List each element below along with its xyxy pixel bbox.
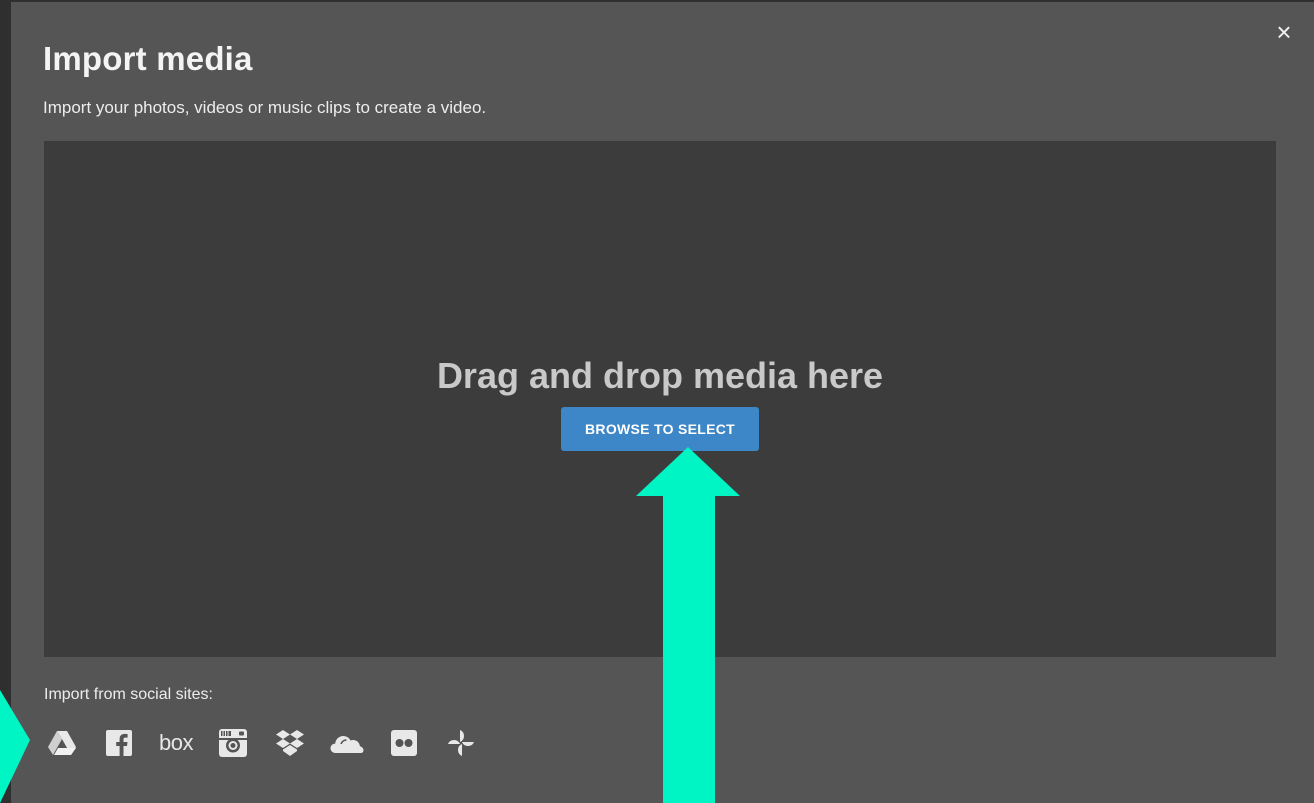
annotation-arrow-up-icon <box>636 447 740 803</box>
screen: × Import media Import your photos, video… <box>0 0 1314 803</box>
facebook-icon <box>106 730 132 756</box>
instagram-button[interactable] <box>215 726 251 760</box>
box-button[interactable]: box <box>158 726 194 760</box>
facebook-button[interactable] <box>101 726 137 760</box>
social-sites-label: Import from social sites: <box>44 686 213 703</box>
box-icon: box <box>159 730 193 755</box>
browse-to-select-button[interactable]: BROWSE TO SELECT <box>561 407 759 451</box>
close-button[interactable]: × <box>1270 16 1298 47</box>
onedrive-button[interactable] <box>329 726 365 760</box>
dropbox-icon <box>276 730 304 756</box>
social-sites-toolbar: box <box>44 726 500 760</box>
drop-zone-message: Drag and drop media here <box>436 355 884 396</box>
google-drive-icon <box>48 731 76 755</box>
onedrive-icon <box>330 736 364 753</box>
google-photos-button[interactable] <box>443 726 479 760</box>
flickr-button[interactable] <box>386 726 422 760</box>
dialog-title: Import media <box>43 40 253 77</box>
google-drive-button[interactable] <box>44 726 80 760</box>
flickr-icon <box>391 730 417 756</box>
dialog-subtitle: Import your photos, videos or music clip… <box>43 98 487 117</box>
annotation-arrow-right-icon <box>0 690 30 803</box>
close-icon: × <box>1276 16 1292 47</box>
google-photos-icon <box>448 730 474 756</box>
dropbox-button[interactable] <box>272 726 308 760</box>
instagram-icon <box>219 729 247 757</box>
